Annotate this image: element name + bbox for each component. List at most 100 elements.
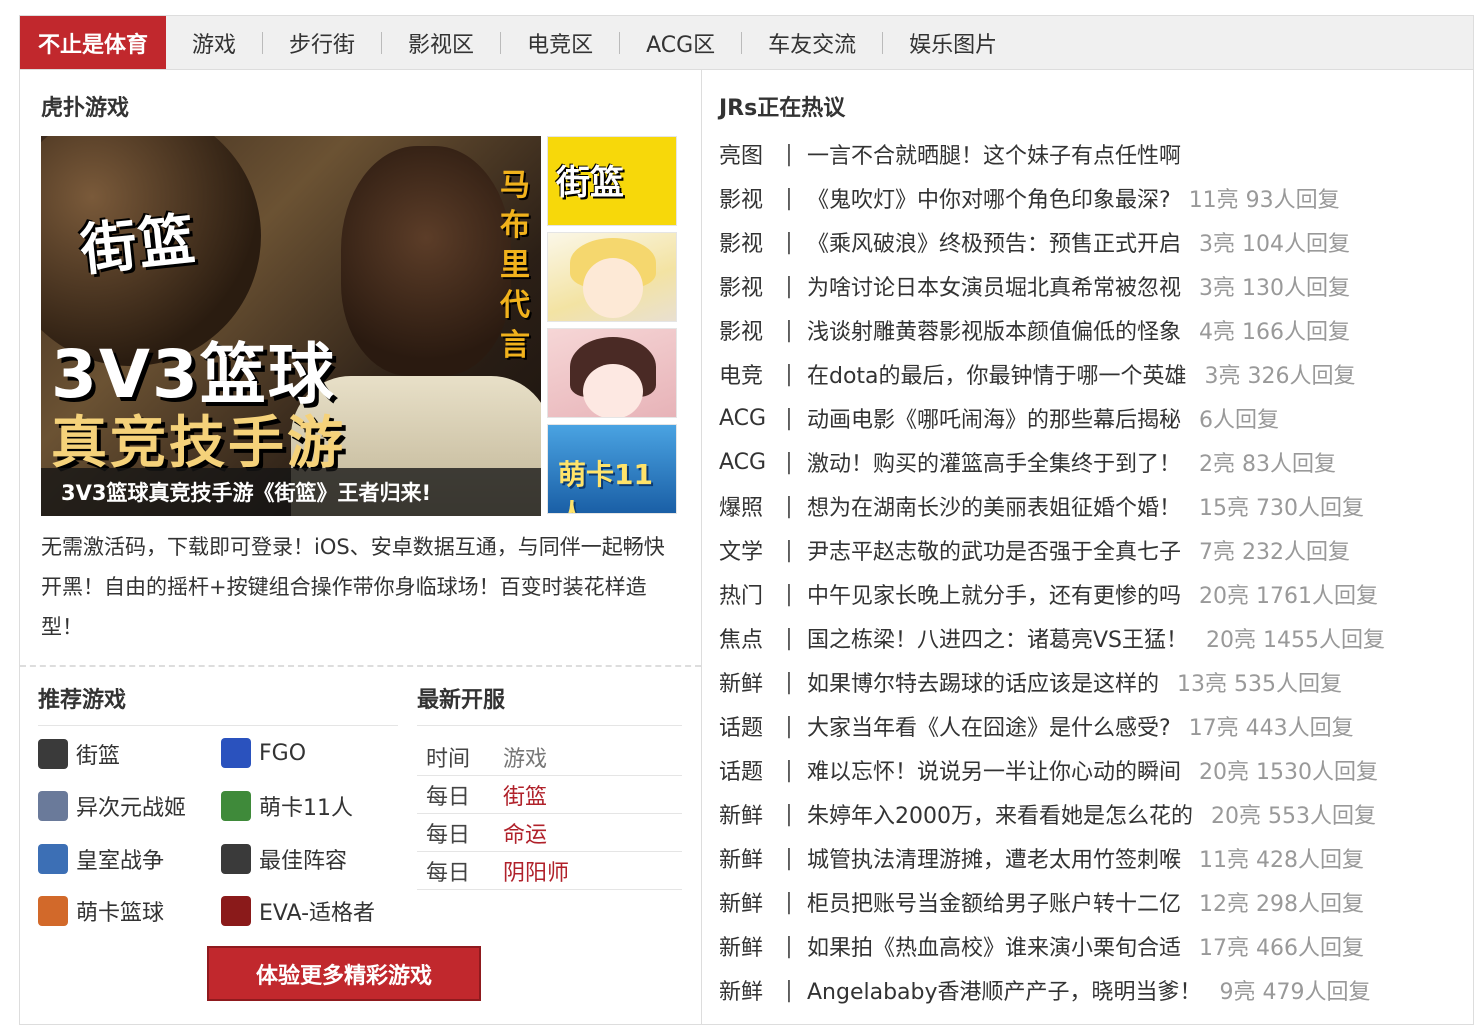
topic-title-link[interactable]: 《鬼吹灯》中你对哪个角色印象最深? [807,182,1171,214]
topic-category[interactable]: 焦点 [719,622,771,654]
game-link-mengka-basketball[interactable]: 萌卡篮球 [38,895,164,927]
list-item: ACG | 动画电影《哪吒闹海》的那些幕后揭秘 6人回复 [719,396,1469,440]
topic-category[interactable]: 热门 [719,578,771,610]
topic-title-link[interactable]: 激动！购买的灌篮高手全集终于到了！ [807,446,1181,478]
mengka11-icon [221,791,251,821]
banner-thumbnails: 街篮 萌卡11人 [547,136,677,520]
topic-title-link[interactable]: 浅谈射雕黄蓉影视版本颜值偏低的怪象 [807,314,1181,346]
topic-title-link[interactable]: 难以忘怀！说说另一半让你心动的瞬间 [807,754,1181,786]
game-link-mengka11[interactable]: 萌卡11人 [221,790,353,822]
topic-category[interactable]: 电竞 [719,358,771,390]
thumb-anime-blonde[interactable] [547,232,677,322]
row-game-link[interactable]: 命运 [503,817,547,849]
topic-category[interactable]: 影视 [719,270,771,302]
game-link-best-lineup[interactable]: 最佳阵容 [221,843,347,875]
list-item: ACG | 激动！购买的灌篮高手全集终于到了！ 2亮 83人回复 [719,440,1469,484]
thumb-streetball[interactable]: 街篮 [547,136,677,226]
list-item: 新鲜 | 城管执法清理游摊，遭老太用竹签刺喉 11亮 428人回复 [719,836,1469,880]
games-panel: 虎扑游戏 街篮 马布里代言 3V3篮球 真竞技手游 3V3篮球真竞技手游《街篮》… [19,70,702,1025]
topic-category[interactable]: 新鲜 [719,798,771,830]
topic-stats: 3亮 326人回复 [1204,364,1356,389]
topic-title-link[interactable]: 城管执法清理游摊，遭老太用竹签刺喉 [807,842,1181,874]
row-game-link[interactable]: 街篮 [503,779,547,811]
tab-esports[interactable]: 电竞区 [501,16,619,69]
topic-title-link[interactable]: 朱婷年入2000万，来看看她是怎么花的 [807,798,1193,830]
list-item: 话题 | 大家当年看《人在囧途》是什么感受? 17亮 443人回复 [719,704,1469,748]
topic-category[interactable]: 亮图 [719,138,771,170]
tab-pedestrian-street[interactable]: 步行街 [263,16,381,69]
tab-sports[interactable]: 不止是体育 [20,16,167,69]
thumb-mengka11[interactable]: 萌卡11人 [547,424,677,514]
topic-title-link[interactable]: 《乘风破浪》终极预告：预售正式开启 [807,226,1181,258]
topic-title-link[interactable]: 为啥讨论日本女演员堀北真希常被忽视 [807,270,1181,302]
list-item: 爆照 | 想为在湖南长沙的美丽表姐征婚个婚！ 15亮 730人回复 [719,484,1469,528]
topic-category[interactable]: 新鲜 [719,930,771,962]
topic-stats: 6人回复 [1199,408,1280,433]
game-link-fgo[interactable]: FGO [221,738,306,768]
topic-title-link[interactable]: 动画电影《哪吒闹海》的那些幕后揭秘 [807,402,1181,434]
topic-title-link[interactable]: 如果博尔特去踢球的话应该是这样的 [807,666,1159,698]
topic-category[interactable]: 爆照 [719,490,771,522]
topic-category[interactable]: 新鲜 [719,842,771,874]
game-name: EVA-适格者 [259,901,376,926]
separator: | [785,889,793,915]
more-games-button[interactable]: 体验更多精彩游戏 [207,946,481,1001]
game-link-yicenyuan[interactable]: 异次元战姬 [38,790,186,822]
list-item: 新鲜 | 如果拍《热血高校》谁来演小栗旬合适 17亮 466人回复 [719,924,1469,968]
topic-title-link[interactable]: 如果拍《热血高校》谁来演小栗旬合适 [807,930,1181,962]
topic-stats: 20亮 1761人回复 [1199,584,1378,609]
topic-stats: 13亮 535人回复 [1177,672,1342,697]
tab-ent-pics[interactable]: 娱乐图片 [883,16,1023,69]
topic-title-link[interactable]: 尹志平赵志敬的武功是否强于全真七子 [807,534,1181,566]
topic-stats: 17亮 466人回复 [1199,936,1364,961]
topic-title-link[interactable]: 国之栋梁！八进四之：诸葛亮VS王猛！ [807,622,1188,654]
separator: | [785,845,793,871]
topic-stats: 15亮 730人回复 [1199,496,1364,521]
topic-category[interactable]: ACG [719,406,771,431]
separator: | [785,757,793,783]
topic-title-link[interactable]: 柜员把账号当金额给男子账户转十二亿 [807,886,1181,918]
row-game-link[interactable]: 阴阳师 [503,855,569,887]
new-servers-table: 时间 游戏 每日 街篮 每日 命运 每日 阴阳师 [417,738,682,890]
separator: | [785,405,793,431]
banner-caption[interactable]: 3V3篮球真竞技手游《街篮》王者归来! [41,468,541,516]
tab-car-club[interactable]: 车友交流 [742,16,882,69]
list-item: 影视 | 为啥讨论日本女演员堀北真希常被忽视 3亮 130人回复 [719,264,1469,308]
topic-title-link[interactable]: 中午见家长晚上就分手，还有更惨的吗 [807,578,1181,610]
separator: | [785,801,793,827]
tab-acg[interactable]: ACG区 [620,16,741,69]
separator: | [785,625,793,651]
tab-games[interactable]: 游戏 [166,16,262,69]
topic-title-link[interactable]: 想为在湖南长沙的美丽表姐征婚个婚！ [807,490,1181,522]
game-link-streetball[interactable]: 街篮 [38,738,120,770]
topic-category[interactable]: 影视 [719,314,771,346]
topic-category[interactable]: 影视 [719,226,771,258]
banner-logo: 街篮 [77,207,200,284]
topic-stats: 20亮 1530人回复 [1199,760,1378,785]
row-time: 每日 [426,822,471,848]
topic-category[interactable]: 新鲜 [719,974,771,1006]
face-graphic [583,364,643,417]
topic-stats: 20亮 553人回复 [1211,804,1376,829]
topic-category[interactable]: 话题 [719,710,771,742]
streetball-icon [38,739,68,769]
topic-category[interactable]: 影视 [719,182,771,214]
game-banner[interactable]: 街篮 马布里代言 3V3篮球 真竞技手游 3V3篮球真竞技手游《街篮》王者归来! [41,136,541,516]
game-link-eva[interactable]: EVA-适格者 [221,895,375,927]
topic-category[interactable]: 新鲜 [719,886,771,918]
topic-category[interactable]: 文学 [719,534,771,566]
topic-category[interactable]: 新鲜 [719,666,771,698]
topic-category[interactable]: ACG [719,450,771,475]
game-link-clash-royale[interactable]: 皇室战争 [38,843,164,875]
topic-title-link[interactable]: 一言不合就晒腿！这个妹子有点任性啊 [807,138,1181,170]
list-item: 话题 | 难以忘怀！说说另一半让你心动的瞬间 20亮 1530人回复 [719,748,1469,792]
topic-stats: 11亮 93人回复 [1188,188,1340,213]
topic-title-link[interactable]: Angelababy香港顺产产子，晓明当爹！ [807,974,1202,1006]
tab-film[interactable]: 影视区 [382,16,500,69]
topic-title-link[interactable]: 大家当年看《人在囧途》是什么感受? [807,710,1171,742]
list-item: 新鲜 | 朱婷年入2000万，来看看她是怎么花的 20亮 553人回复 [719,792,1469,836]
topic-category[interactable]: 话题 [719,754,771,786]
thumb-anime-dark[interactable] [547,328,677,418]
topic-title-link[interactable]: 在dota的最后，你最钟情于哪一个英雄 [807,358,1187,390]
header-game: 游戏 [503,746,548,772]
